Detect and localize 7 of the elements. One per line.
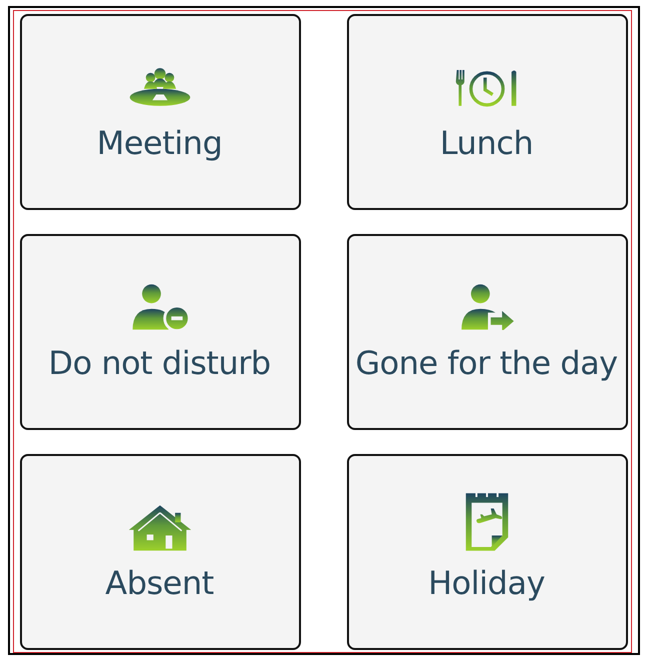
status-button[interactable]: Holiday: [347, 454, 628, 650]
status-button[interactable]: Do not disturb: [20, 234, 301, 430]
status-button[interactable]: Gone for the day: [347, 234, 628, 430]
house-icon: [126, 503, 192, 551]
status-button[interactable]: Lunch: [347, 14, 628, 210]
status-button[interactable]: Meeting: [20, 14, 301, 210]
status-button[interactable]: Absent: [20, 454, 301, 650]
